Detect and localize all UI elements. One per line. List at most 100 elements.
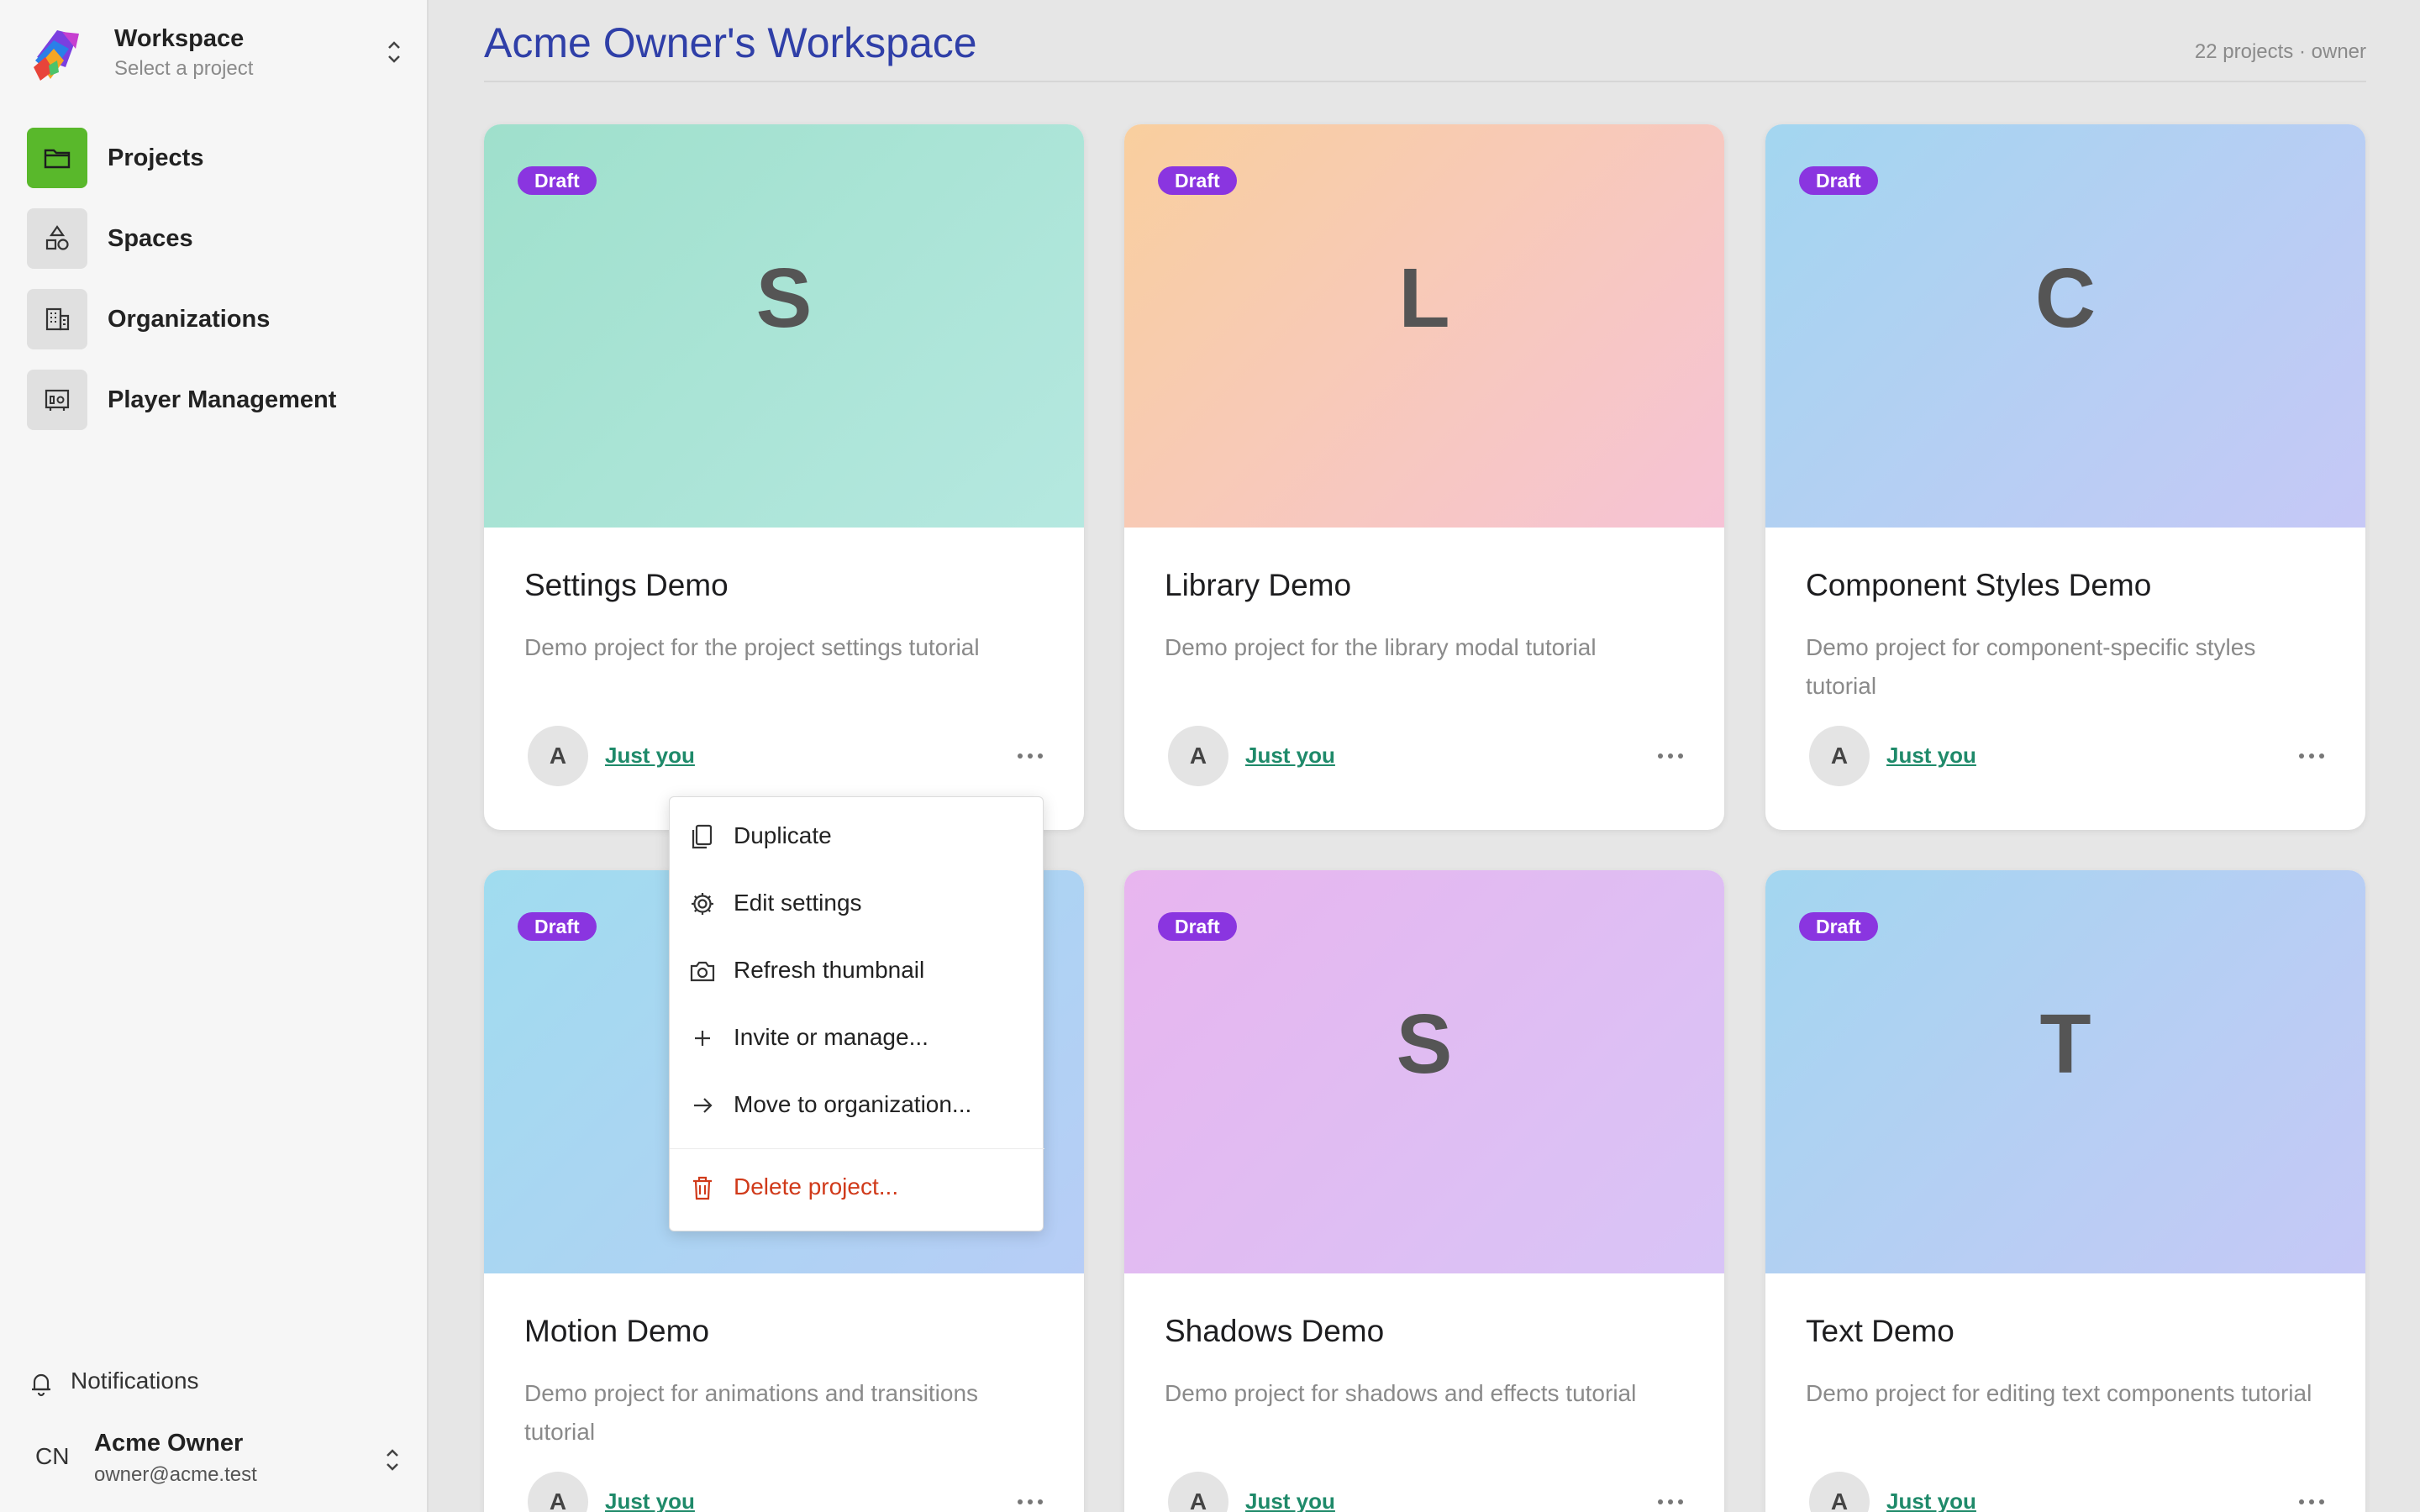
project-card[interactable]: Draft T Text Demo Demo project for editi… [1765, 870, 2365, 1512]
project-title: Text Demo [1806, 1314, 1954, 1348]
bell-icon [32, 1373, 50, 1397]
project-thumbnail[interactable]: Draft S [1124, 870, 1724, 1273]
user-email: owner@acme.test [94, 1463, 257, 1486]
workspace-subtitle: Select a project [114, 57, 254, 80]
menu-item-label: Edit settings [734, 890, 862, 916]
thumbnail-letter: T [2039, 997, 2091, 1091]
project-description: Demo project for the project settings tu… [524, 634, 980, 660]
avatar: A [1809, 1472, 1870, 1512]
status-badge: Draft [518, 166, 597, 195]
camera-icon [690, 961, 715, 982]
menu-item-move-to-organization[interactable]: Move to organization... [670, 1074, 1044, 1133]
menu-item-label: Duplicate [734, 822, 832, 848]
sidebar-item-organizations[interactable]: Organizations [27, 289, 397, 349]
project-title: Shadows Demo [1165, 1314, 1385, 1348]
page-title: Acme Owner's Workspace [484, 19, 977, 66]
page-meta: 22 projects · owner [2194, 40, 2366, 63]
project-thumbnail[interactable]: Draft S [484, 124, 1084, 528]
share-link[interactable]: Just you [1245, 1488, 1335, 1512]
menu-item-label: Delete project... [734, 1173, 899, 1200]
more-options-icon[interactable] [1013, 1488, 1047, 1512]
project-description: Demo project for editing text components… [1806, 1380, 2312, 1406]
avatar: A [1168, 1472, 1228, 1512]
sidebar-item-spaces[interactable]: Spaces [27, 208, 397, 269]
chevron-up-down-icon [387, 1449, 398, 1471]
project-thumbnail[interactable]: Draft T [1765, 870, 2365, 1273]
menu-item-invite[interactable]: Invite or manage... [670, 1007, 1044, 1066]
workspace-switcher[interactable]: Workspace Select a project [29, 22, 407, 86]
project-description: Demo project for the library modal tutor… [1165, 634, 1597, 660]
user-menu[interactable]: CN Acme Owner owner@acme.test [27, 1426, 405, 1494]
status-badge: Draft [1158, 912, 1237, 941]
share-link[interactable]: Just you [1886, 1488, 1976, 1512]
share-link[interactable]: Just you [1245, 743, 1335, 769]
status-badge: Draft [1799, 166, 1878, 195]
avatar: A [1809, 726, 1870, 786]
sidebar-item-projects[interactable]: Projects [27, 128, 397, 188]
menu-item-duplicate[interactable]: Duplicate [670, 806, 1044, 864]
sidebar-item-label: Player Management [108, 386, 337, 413]
project-card[interactable]: Draft S Shadows Demo Demo project for sh… [1124, 870, 1724, 1512]
project-title: Settings Demo [524, 568, 729, 602]
trash-icon [693, 1176, 712, 1200]
project-description: Demo project for component-specific styl… [1806, 634, 2256, 699]
avatar: A [1168, 726, 1228, 786]
share-link[interactable]: Just you [1886, 743, 1976, 769]
notifications-button[interactable]: Notifications [27, 1366, 397, 1399]
sidebar-item-player-management[interactable]: Player Management [27, 370, 397, 430]
avatar: CN [35, 1443, 70, 1469]
workspace-title: Workspace [114, 25, 245, 52]
more-options-icon[interactable] [2295, 743, 2328, 769]
menu-item-refresh-thumbnail[interactable]: Refresh thumbnail [670, 940, 1044, 999]
sidebar-item-label: Projects [108, 144, 204, 171]
project-thumbnail[interactable]: Draft L [1124, 124, 1724, 528]
menu-divider [670, 1148, 1044, 1149]
plus-icon [695, 1031, 710, 1046]
more-options-icon[interactable] [2295, 1488, 2328, 1512]
app-logo-icon [34, 30, 79, 81]
folder-icon [44, 149, 71, 169]
menu-item-edit-settings[interactable]: Edit settings [670, 873, 1044, 932]
more-options-icon[interactable] [1013, 743, 1047, 769]
project-thumbnail[interactable]: Draft C [1765, 124, 2365, 528]
shapes-icon [45, 225, 69, 250]
duplicate-icon [692, 824, 713, 849]
project-title: Motion Demo [524, 1314, 710, 1348]
more-options-icon[interactable] [1654, 743, 1687, 769]
menu-item-label: Invite or manage... [734, 1024, 929, 1050]
arrow-right-icon [694, 1098, 713, 1113]
project-card[interactable]: Draft C Component Styles Demo Demo proje… [1765, 124, 2365, 830]
more-options-icon[interactable] [1654, 1488, 1687, 1512]
player-icon [45, 389, 70, 411]
menu-item-label: Refresh thumbnail [734, 957, 925, 983]
menu-item-label: Move to organization... [734, 1091, 972, 1117]
chevron-up-down-icon [388, 41, 400, 63]
project-card[interactable]: Draft S Settings Demo Demo project for t… [484, 124, 1084, 830]
project-description: Demo project for shadows and effects tut… [1165, 1380, 1637, 1406]
project-description: Demo project for animations and transiti… [524, 1380, 979, 1445]
status-badge: Draft [1799, 912, 1878, 941]
notifications-label: Notifications [71, 1368, 199, 1394]
project-context-menu: Duplicate Edit settings Refresh thumbnai… [669, 796, 1044, 1231]
status-badge: Draft [1158, 166, 1237, 195]
thumbnail-letter: S [755, 251, 813, 345]
share-link[interactable]: Just you [605, 743, 695, 769]
divider [484, 81, 2366, 82]
sidebar: Workspace Select a project Projects Spac… [0, 0, 429, 1512]
user-name: Acme Owner [94, 1430, 244, 1457]
share-link[interactable]: Just you [605, 1488, 695, 1512]
project-card[interactable]: Draft L Library Demo Demo project for th… [1124, 124, 1724, 830]
app: Workspace Select a project Projects Spac… [0, 0, 2420, 1512]
project-title: Component Styles Demo [1806, 568, 2152, 602]
avatar: A [528, 1472, 588, 1512]
gear-icon [692, 893, 713, 915]
status-badge: Draft [518, 912, 597, 941]
thumbnail-letter: C [2034, 251, 2096, 345]
thumbnail-letter: L [1398, 251, 1450, 345]
thumbnail-letter: S [1396, 997, 1453, 1091]
sidebar-item-label: Spaces [108, 225, 193, 252]
project-title: Library Demo [1165, 568, 1352, 602]
building-icon [45, 307, 70, 331]
avatar: A [528, 726, 588, 786]
menu-item-delete-project[interactable]: Delete project... [670, 1157, 1044, 1215]
